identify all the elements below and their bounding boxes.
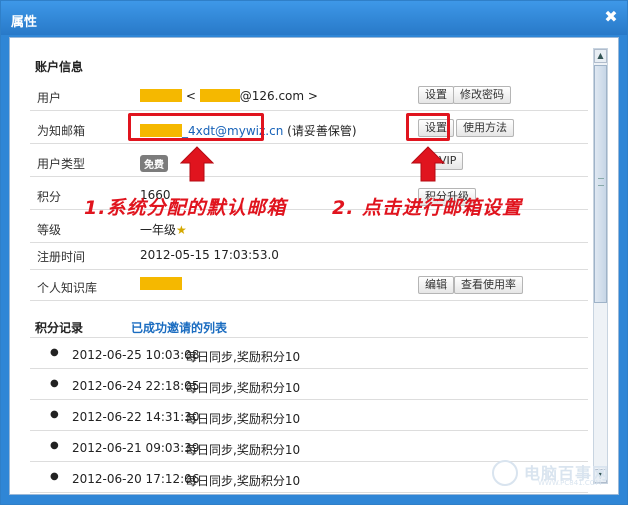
tab-invites[interactable]: 已成功邀请的列表	[131, 319, 227, 336]
level-star-icon: ★	[176, 223, 187, 237]
log-desc: 每日同步,奖励积分10	[185, 474, 301, 488]
arrow-up-icon	[411, 146, 445, 182]
bullet: ●	[50, 409, 59, 420]
scroll-up-icon[interactable]: ▲	[594, 49, 607, 63]
row-register-time: 注册时间 2012-05-15 17:03:53.0	[30, 238, 588, 270]
log-desc: 每日同步,奖励积分10	[185, 381, 301, 395]
list-item: ● 2012-06-25 10:03:08 每日同步,奖励积分10	[30, 338, 588, 369]
dialog-title: 属性	[11, 15, 38, 30]
annotation-default-email: 1.系统分配的默认邮箱	[84, 197, 287, 219]
user-set-button[interactable]: 设置	[418, 86, 454, 104]
edit-button[interactable]: 编辑	[418, 276, 454, 294]
bullet: ●	[50, 440, 59, 451]
log-desc: 每日同步,奖励积分10	[185, 350, 301, 364]
log-time: 2012-06-22 14:31:30	[72, 410, 200, 424]
user-value: < @126.com >	[140, 89, 318, 103]
row-label: 个人知识库	[37, 281, 98, 295]
user-type-value: 免费	[140, 155, 168, 172]
email-highlight-box	[128, 113, 264, 141]
knowledge-base-value	[140, 277, 182, 291]
properties-dialog: 属性 ✖ 账户信息 用户 < @126.com > 设置 修改密码 为知邮箱 _	[0, 0, 628, 505]
content-area: 账户信息 用户 < @126.com > 设置 修改密码 为知邮箱 _4xdt@…	[10, 38, 588, 494]
list-item: ● 2012-06-24 22:18:05 每日同步,奖励积分10	[30, 369, 588, 400]
row-label: 等级	[37, 223, 62, 237]
redaction-block	[140, 89, 182, 102]
bullet: ●	[50, 471, 59, 482]
annotation-click-set: 2. 点击进行邮箱设置	[332, 197, 523, 219]
row-user: 用户 < @126.com > 设置 修改密码	[30, 79, 588, 111]
watermark-subtext: WWW.PC841.COM	[538, 479, 602, 487]
register-time-value: 2012-05-15 17:03:53.0	[140, 248, 279, 262]
free-badge: 免费	[140, 155, 168, 172]
list-item: ● 2012-06-22 14:31:30 每日同步,奖励积分10	[30, 400, 588, 431]
grip-icon	[598, 178, 604, 186]
arrow-up-icon	[180, 146, 214, 182]
row-label: 用户	[37, 91, 62, 105]
title-bar: 属性 ✖	[1, 1, 627, 35]
log-time: 2012-06-24 22:18:05	[72, 379, 200, 393]
view-usage-button[interactable]: 查看使用率	[454, 276, 523, 294]
dialog-body: 账户信息 用户 < @126.com > 设置 修改密码 为知邮箱 _4xdt@…	[9, 37, 619, 495]
account-section-title: 账户信息	[35, 60, 84, 74]
row-label: 注册时间	[37, 250, 86, 264]
watermark: 电脑百事网 WWW.PC841.COM	[492, 458, 612, 490]
row-label: 为知邮箱	[37, 124, 86, 138]
row-knowledge-base: 个人知识库 编辑 查看使用率	[30, 269, 588, 301]
row-label: 积分	[37, 190, 62, 204]
email-note: (请妥善保管)	[287, 124, 357, 138]
log-time: 2012-06-20 17:12:06	[72, 472, 200, 486]
level-value: 一年级★	[140, 223, 187, 237]
bullet: ●	[50, 347, 59, 358]
redaction-block	[199, 89, 240, 102]
log-time: 2012-06-25 10:03:08	[72, 348, 200, 362]
row-wiz-email: 为知邮箱 _4xdt@mywiz.cn (请妥善保管) 设置 使用方法	[30, 112, 588, 144]
log-time: 2012-06-21 09:03:39	[72, 441, 200, 455]
usage-guide-button[interactable]: 使用方法	[456, 119, 514, 137]
redaction-block	[140, 277, 182, 290]
close-icon[interactable]: ✖	[603, 9, 619, 25]
row-label: 用户类型	[37, 157, 86, 171]
row-user-type: 用户类型 免费 VIP	[30, 145, 588, 177]
log-desc: 每日同步,奖励积分10	[185, 412, 301, 426]
scroll-thumb[interactable]	[594, 65, 607, 303]
watermark-logo-icon	[492, 460, 518, 486]
log-desc: 每日同步,奖励积分10	[185, 443, 301, 457]
change-password-button[interactable]: 修改密码	[453, 86, 511, 104]
vertical-scrollbar[interactable]: ▲ ▼	[593, 48, 608, 484]
tab-points-history[interactable]: 积分记录	[35, 319, 83, 336]
bullet: ●	[50, 378, 59, 389]
set-button-highlight-box	[406, 113, 450, 141]
